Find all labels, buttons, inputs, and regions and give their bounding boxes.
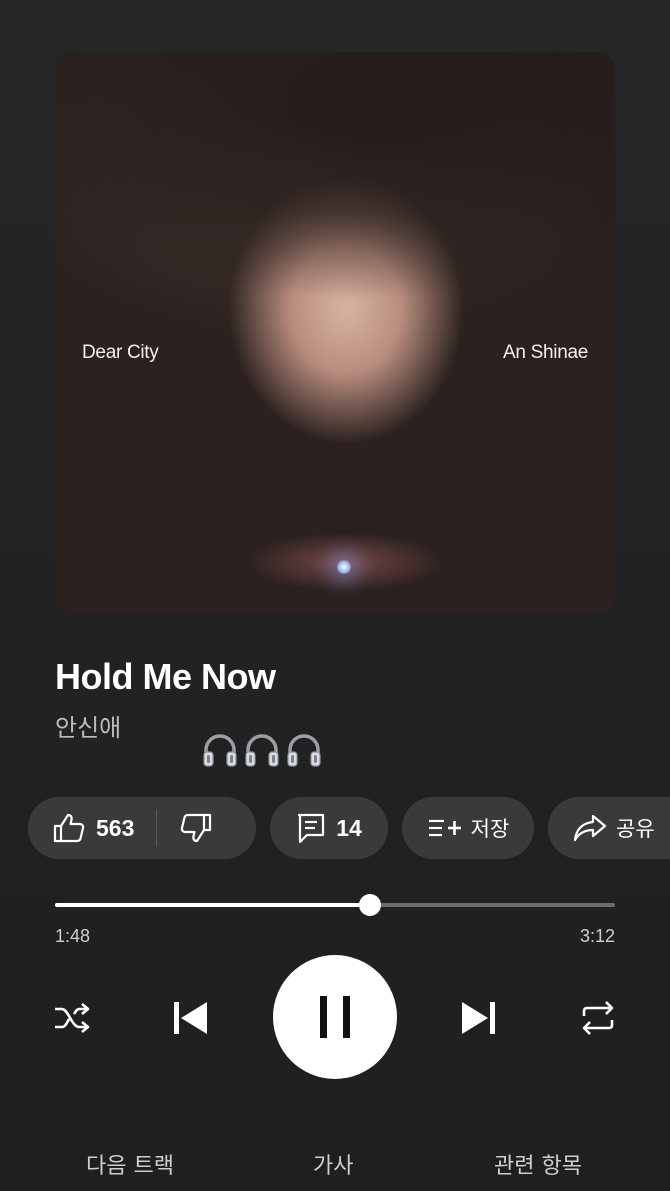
progress-fill	[55, 903, 370, 907]
chip-divider	[156, 810, 158, 846]
skip-next-icon	[462, 1002, 495, 1034]
dislike-button[interactable]	[179, 812, 213, 844]
skip-previous-icon	[174, 1002, 207, 1034]
share-icon	[573, 814, 607, 842]
headphones-icon	[203, 734, 237, 767]
comments-button[interactable]: 14	[270, 797, 388, 859]
song-title: Hold Me Now	[55, 656, 276, 697]
headphones-icon	[287, 734, 321, 767]
like-count: 563	[96, 814, 135, 841]
pause-icon	[320, 996, 350, 1038]
album-art-artist: An Shinae	[503, 342, 588, 363]
headphone-emoji-row	[200, 730, 324, 770]
share-button[interactable]: 공유	[548, 797, 670, 859]
comment-count: 14	[336, 814, 362, 841]
comment-icon	[298, 813, 325, 844]
current-time: 1:48	[55, 926, 91, 946]
repeat-icon	[582, 1001, 614, 1035]
previous-button[interactable]	[166, 994, 214, 1042]
save-label: 저장	[470, 817, 510, 841]
thumbs-down-icon	[181, 813, 212, 843]
progress-bar[interactable]	[55, 894, 615, 916]
thumbs-up-icon	[53, 813, 85, 843]
like-button[interactable]: 563	[52, 812, 134, 844]
album-art-title: Dear City	[82, 342, 159, 363]
playlist-add-icon	[428, 819, 461, 837]
save-button[interactable]: 저장	[402, 797, 534, 859]
next-button[interactable]	[455, 994, 503, 1042]
like-dislike-chip: 563	[28, 797, 256, 859]
repeat-button[interactable]	[577, 998, 619, 1038]
tab-lyrics[interactable]: 가사	[313, 1148, 353, 1180]
album-art-light	[337, 560, 351, 574]
share-label: 공유	[616, 817, 655, 841]
tab-related[interactable]: 관련 항목	[494, 1148, 582, 1180]
headphones-icon	[245, 734, 279, 767]
shuffle-icon	[55, 1003, 90, 1033]
pause-button[interactable]	[273, 955, 397, 1079]
artist-name[interactable]: 안신애	[55, 708, 121, 743]
album-art: Dear City An Shinae	[55, 52, 615, 612]
shuffle-button[interactable]	[52, 998, 92, 1038]
album-art-shading	[55, 52, 615, 360]
progress-thumb[interactable]	[359, 894, 381, 916]
total-time: 3:12	[579, 926, 615, 946]
tab-up-next[interactable]: 다음 트랙	[86, 1148, 174, 1180]
